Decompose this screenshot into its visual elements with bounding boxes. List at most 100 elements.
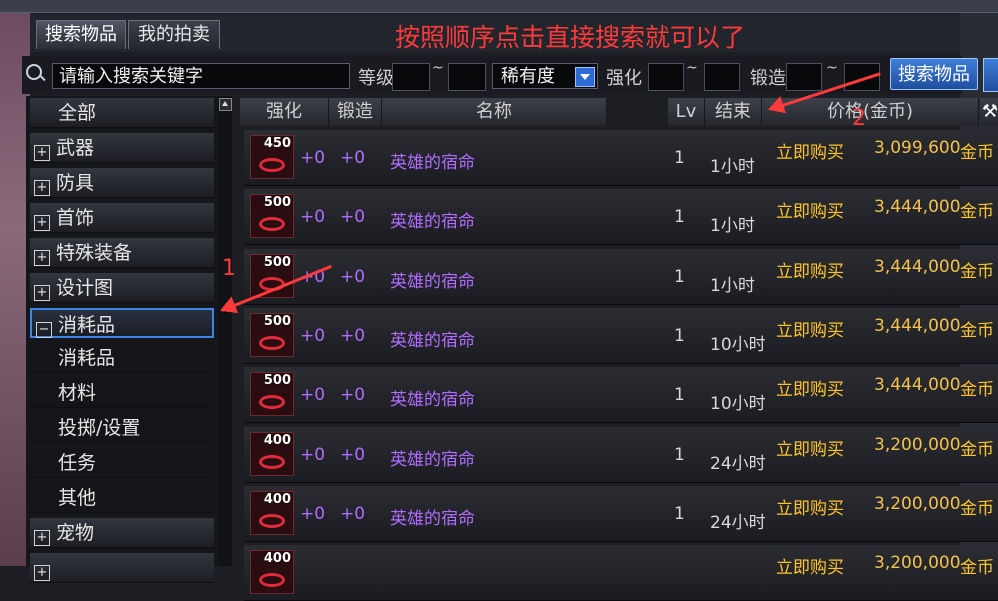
sidebar-item[interactable]: + 武器 xyxy=(30,133,214,163)
currency-label: 金币 xyxy=(960,320,994,341)
level-max-field[interactable] xyxy=(448,63,486,91)
expand-plus-icon[interactable]: + xyxy=(34,285,50,301)
sidebar-item[interactable]: + 防具 xyxy=(30,168,214,198)
hammer-icon[interactable]: ⚒ xyxy=(980,98,998,126)
price-value: 3,099,600 xyxy=(874,138,961,158)
sidebar-item[interactable]: 全部 xyxy=(30,98,214,128)
forge-min-field[interactable] xyxy=(786,63,822,91)
forge-value: +0 xyxy=(340,503,366,524)
sidebar-item[interactable]: 消耗品 xyxy=(30,343,214,373)
sidebar-item[interactable]: 投掷/设置 xyxy=(30,413,214,443)
item-icon[interactable]: 500 xyxy=(250,194,294,239)
table-row[interactable]: 400 立即购买 3,200,000 金币 xyxy=(244,545,998,601)
buy-now-link[interactable]: 立即购买 xyxy=(776,316,844,341)
item-name: 英雄的宿命 xyxy=(390,212,475,233)
currency-label: 金币 xyxy=(960,380,994,401)
table-row[interactable]: 500 +0 +0 英雄的宿命 1 1小时 立即购买 3,444,000 金币 xyxy=(244,248,998,305)
buy-now-link[interactable]: 立即购买 xyxy=(776,138,844,163)
table-row[interactable]: 400 +0 +0 英雄的宿命 1 24小时 立即购买 3,200,000 金币 xyxy=(244,485,998,542)
buy-now-link[interactable]: 立即购买 xyxy=(776,257,844,282)
end-time: 1小时 xyxy=(710,157,755,177)
item-quantity: 400 xyxy=(263,551,291,567)
item-icon[interactable]: 400 xyxy=(250,550,294,595)
sidebar-item[interactable]: − 消耗品 xyxy=(30,308,214,338)
search-items-button[interactable]: 搜索物品 xyxy=(890,58,978,90)
end-time: 10小时 xyxy=(710,334,766,355)
enhance-value: +0 xyxy=(300,325,326,346)
column-header-forge[interactable]: 锻造 xyxy=(329,98,382,126)
item-icon[interactable]: 500 xyxy=(250,312,294,357)
sidebar-item[interactable]: + xyxy=(30,553,214,583)
buy-now-link[interactable]: 立即购买 xyxy=(776,197,844,222)
annotation-step-1: 1 xyxy=(222,256,236,281)
item-name: 英雄的宿命 xyxy=(390,330,475,351)
rarity-select-value: 稀有度 xyxy=(501,66,555,87)
table-row[interactable]: 500 +0 +0 英雄的宿命 1 10小时 立即购买 3,444,000 金币 xyxy=(244,307,998,364)
level-range-tilde: ~ xyxy=(432,60,444,76)
buy-now-link[interactable]: 立即购买 xyxy=(776,435,844,460)
expand-plus-icon[interactable]: + xyxy=(34,250,50,266)
end-time: 1小时 xyxy=(710,216,755,237)
sidebar-item[interactable]: 其他 xyxy=(30,483,214,513)
expand-plus-icon[interactable]: + xyxy=(34,565,50,581)
table-row[interactable]: 500 +0 +0 英雄的宿命 1 10小时 立即购买 3,444,000 金币 xyxy=(244,367,998,424)
item-name: 英雄的宿命 xyxy=(390,153,475,173)
buy-now-link[interactable]: 立即购买 xyxy=(776,375,844,400)
sidebar-item[interactable]: 材料 xyxy=(30,378,214,408)
collapse-minus-icon[interactable]: − xyxy=(36,322,52,338)
expand-plus-icon[interactable]: + xyxy=(34,530,50,546)
item-icon[interactable]: 400 xyxy=(250,431,294,476)
expand-plus-icon[interactable]: + xyxy=(34,215,50,231)
search-input[interactable]: 请输入搜索关键字 xyxy=(52,63,350,89)
scroll-up-icon[interactable] xyxy=(219,98,232,111)
column-header-end[interactable]: 结束 xyxy=(705,98,762,126)
table-row[interactable]: 450 +0 +0 英雄的宿命 1 1小时 立即购买 3,099,600 金币 xyxy=(244,130,998,186)
level-value: 1 xyxy=(674,325,685,346)
buy-now-link[interactable]: 立即购买 xyxy=(776,494,844,519)
ring-icon xyxy=(259,395,285,410)
sidebar-item[interactable]: + 宠物 xyxy=(30,518,214,548)
sidebar-item[interactable]: + 设计图 xyxy=(30,273,214,303)
sidebar-item-label: 消耗品 xyxy=(58,314,116,336)
enhance-value: +0 xyxy=(300,148,326,168)
column-header-name[interactable]: 名称 xyxy=(382,98,607,126)
item-quantity: 400 xyxy=(263,432,291,448)
ring-icon xyxy=(259,573,285,588)
enhance-min-field[interactable] xyxy=(648,63,684,91)
currency-label: 金币 xyxy=(960,261,994,282)
search-icon xyxy=(26,64,42,80)
column-header-lv[interactable]: Lv xyxy=(668,98,705,126)
price-value: 3,200,000 xyxy=(874,493,961,514)
item-icon[interactable]: 450 xyxy=(250,135,294,179)
sidebar-item[interactable]: + 首饰 xyxy=(30,203,214,233)
forge-value: +0 xyxy=(340,444,366,465)
item-quantity: 450 xyxy=(263,136,291,151)
item-icon[interactable]: 400 xyxy=(250,490,294,535)
ring-icon xyxy=(259,158,285,172)
item-icon[interactable]: 500 xyxy=(250,372,294,417)
expand-plus-icon[interactable]: + xyxy=(34,180,50,196)
chevron-down-icon[interactable] xyxy=(575,67,595,87)
extra-button[interactable] xyxy=(983,58,998,92)
table-row[interactable]: 500 +0 +0 英雄的宿命 1 1小时 立即购买 3,444,000 金币 xyxy=(244,189,998,246)
column-header-enhance[interactable]: 强化 xyxy=(240,98,329,126)
sidebar-scrollbar[interactable] xyxy=(218,96,232,566)
expand-plus-icon[interactable]: + xyxy=(34,145,50,161)
forge-value: +0 xyxy=(340,266,366,287)
table-row[interactable]: 400 +0 +0 英雄的宿命 1 24小时 立即购买 3,200,000 金币 xyxy=(244,426,998,483)
rarity-select[interactable]: 稀有度 xyxy=(492,63,598,89)
annotation-note: 按照顺序点击直接搜索就可以了 xyxy=(395,23,746,52)
currency-label: 金币 xyxy=(960,143,994,163)
tab-my-auctions[interactable]: 我的拍卖 xyxy=(128,20,220,49)
level-label: 等级 xyxy=(358,68,394,89)
sidebar-item[interactable]: + 特殊装备 xyxy=(30,238,214,268)
enhance-max-field[interactable] xyxy=(704,63,740,91)
currency-label: 金币 xyxy=(960,498,994,519)
level-min-field[interactable] xyxy=(392,63,430,91)
sidebar-item[interactable]: 任务 xyxy=(30,448,214,478)
tab-search-items[interactable]: 搜索物品 xyxy=(36,20,126,49)
price-value: 3,444,000 xyxy=(874,197,961,218)
enhance-value: +0 xyxy=(300,444,326,465)
sidebar-item-label: 其他 xyxy=(58,487,97,509)
enhance-value: +0 xyxy=(300,503,326,524)
